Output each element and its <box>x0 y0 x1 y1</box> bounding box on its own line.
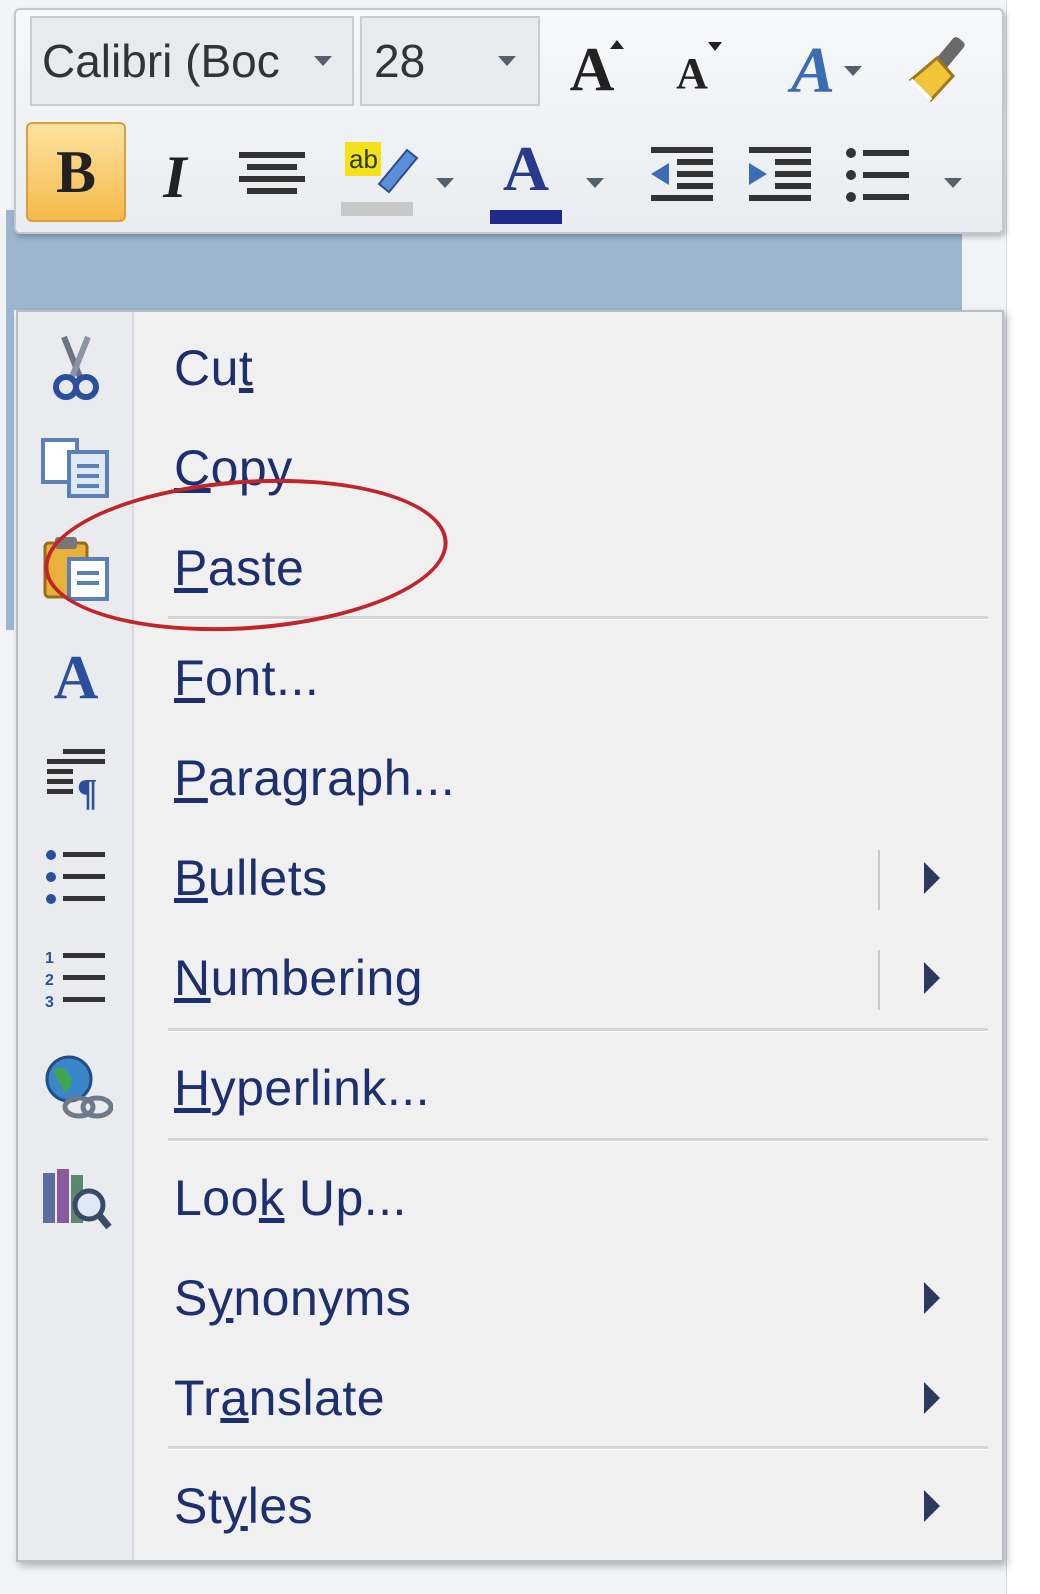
font-size-value: 28 <box>374 35 426 87</box>
submenu-arrow-icon[interactable] <box>924 962 940 994</box>
menu-item-label: Numbering <box>174 950 424 1006</box>
styles-glyph: A <box>790 34 836 107</box>
format-painter-icon[interactable] <box>896 30 986 110</box>
svg-text:1: 1 <box>45 950 54 967</box>
highlight-icon[interactable]: ab <box>334 134 430 224</box>
menu-item-label: Bullets <box>174 850 328 906</box>
font-glyph: A <box>53 643 99 712</box>
styles-icon[interactable]: A <box>758 28 868 114</box>
menu-item-label: Hyperlink... <box>174 1060 431 1116</box>
italic-glyph: I <box>163 143 187 210</box>
numbering-icon: 1 2 3 <box>32 938 120 1018</box>
bold-glyph: B <box>55 138 97 205</box>
font-name-dropdown[interactable]: Calibri (Boc <box>30 16 354 106</box>
research-icon <box>32 1158 120 1238</box>
font-color-icon[interactable]: A <box>484 133 568 228</box>
caret-down-icon <box>708 42 722 51</box>
scissors-icon <box>32 328 120 408</box>
document-margin <box>1006 0 1040 1594</box>
split-separator <box>878 850 880 910</box>
menu-item-styles[interactable]: Styles <box>18 1456 1002 1556</box>
svg-text:ab: ab <box>349 144 378 174</box>
font-icon: A <box>32 638 120 718</box>
grow-font-icon[interactable]: A <box>552 30 632 110</box>
bullets-icon[interactable] <box>838 136 918 216</box>
menu-item-synonyms[interactable]: Synonyms <box>18 1248 1002 1348</box>
chevron-down-icon <box>498 56 516 66</box>
chevron-down-icon[interactable] <box>944 178 962 188</box>
chevron-down-icon[interactable] <box>586 178 604 188</box>
shrink-font-glyph: A <box>676 48 708 98</box>
italic-button[interactable]: I <box>140 132 210 222</box>
svg-text:3: 3 <box>45 994 54 1011</box>
menu-item-label: Translate <box>174 1370 386 1426</box>
font-name-value: Calibri (Boc <box>42 35 280 87</box>
menu-item-label: Look Up... <box>174 1170 407 1226</box>
menu-separator <box>168 1446 988 1450</box>
menu-item-translate[interactable]: Translate <box>18 1348 1002 1448</box>
menu-item-look-up[interactable]: Look Up... <box>18 1148 1002 1248</box>
submenu-arrow-icon[interactable] <box>924 862 940 894</box>
menu-item-label: Paragraph... <box>174 750 456 806</box>
caret-up-icon <box>610 40 624 49</box>
menu-item-numbering[interactable]: 1 2 3 Numbering <box>18 928 1002 1028</box>
font-size-dropdown[interactable]: 28 <box>360 16 540 106</box>
mini-toolbar: Calibri (Boc 28 A A A B I ab A <box>14 8 1004 234</box>
svg-text:2: 2 <box>45 972 54 989</box>
grow-font-glyph: A <box>569 35 615 104</box>
svg-text:¶: ¶ <box>77 772 98 811</box>
chevron-down-icon[interactable] <box>436 178 454 188</box>
menu-item-paragraph[interactable]: ¶ Paragraph... <box>18 728 1002 828</box>
decrease-indent-icon[interactable] <box>642 136 722 216</box>
font-color-glyph: A <box>502 133 550 204</box>
paragraph-icon: ¶ <box>32 738 120 818</box>
split-separator <box>878 950 880 1010</box>
menu-item-font[interactable]: A Font... <box>18 628 1002 728</box>
submenu-arrow-icon <box>924 1490 940 1522</box>
shrink-font-icon[interactable]: A <box>652 38 732 108</box>
bold-button[interactable]: B <box>26 122 126 222</box>
center-align-icon[interactable] <box>232 136 312 216</box>
menu-item-hyperlink[interactable]: Hyperlink... <box>18 1038 1002 1138</box>
menu-item-label: Cut <box>174 340 254 396</box>
menu-item-label: Font... <box>174 650 320 706</box>
menu-separator <box>168 1138 988 1142</box>
hyperlink-globe-icon <box>32 1048 120 1128</box>
font-color-swatch <box>490 210 562 224</box>
submenu-arrow-icon <box>924 1382 940 1414</box>
menu-item-cut[interactable]: Cut <box>18 318 1002 418</box>
increase-indent-icon[interactable] <box>740 136 820 216</box>
text-selection-edge <box>6 210 14 630</box>
menu-item-label: Synonyms <box>174 1270 412 1326</box>
chevron-down-icon <box>314 56 332 66</box>
submenu-arrow-icon <box>924 1282 940 1314</box>
menu-item-bullets[interactable]: Bullets <box>18 828 1002 928</box>
menu-separator <box>168 1028 988 1032</box>
menu-item-label: Styles <box>174 1478 314 1534</box>
bullets-icon <box>32 838 120 918</box>
copy-icon <box>32 428 120 508</box>
chevron-down-icon <box>844 66 862 76</box>
